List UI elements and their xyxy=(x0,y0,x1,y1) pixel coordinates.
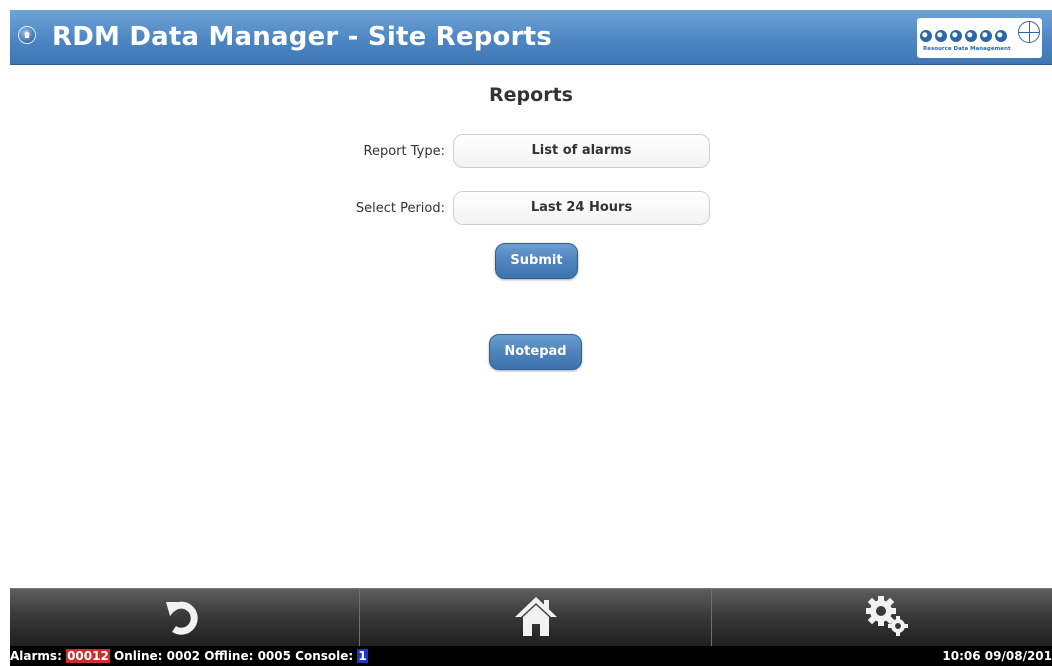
alarms-count: 00012 xyxy=(66,649,110,663)
page-title: RDM Data Manager - Site Reports xyxy=(52,22,552,52)
select-period-select[interactable]: Last 24 Hours xyxy=(453,191,710,225)
rdm-logo: Resource Data Management xyxy=(917,18,1042,58)
console-label: Console: xyxy=(295,649,354,663)
logo-dots xyxy=(920,27,1010,46)
app-window: RDM Data Manager - Site Reports Resource… xyxy=(10,0,1052,666)
logo-text: Resource Data Management xyxy=(923,46,1011,52)
submit-button[interactable]: Submit xyxy=(495,243,578,279)
home-button[interactable] xyxy=(360,589,711,647)
alarms-label: Alarms: xyxy=(10,649,62,663)
settings-button[interactable] xyxy=(712,589,1052,647)
home-icon xyxy=(515,597,557,636)
bottom-toolbar xyxy=(10,588,1052,647)
status-bar: Alarms: 00012 Online: 0002 Offline: 0005… xyxy=(10,646,1052,666)
report-type-label: Report Type: xyxy=(363,144,445,159)
offline-count: Offline: 0005 xyxy=(204,649,291,663)
back-icon xyxy=(166,601,198,635)
online-count: Online: 0002 xyxy=(114,649,201,663)
report-type-select[interactable]: List of alarms xyxy=(453,134,710,168)
home-menu-icon[interactable] xyxy=(18,26,36,44)
datetime: 10:06 09/08/201 xyxy=(942,649,1052,663)
status-summary: Alarms: 00012 Online: 0002 Offline: 0005… xyxy=(10,646,368,666)
console-count: 1 xyxy=(357,649,368,663)
reports-heading: Reports xyxy=(489,84,573,106)
globe-icon xyxy=(1018,21,1040,43)
back-button[interactable] xyxy=(10,589,359,647)
notepad-button[interactable]: Notepad xyxy=(489,334,582,370)
header-bar: RDM Data Manager - Site Reports Resource… xyxy=(10,10,1052,65)
select-period-label: Select Period: xyxy=(355,201,445,216)
settings-gears-icon xyxy=(866,596,908,636)
